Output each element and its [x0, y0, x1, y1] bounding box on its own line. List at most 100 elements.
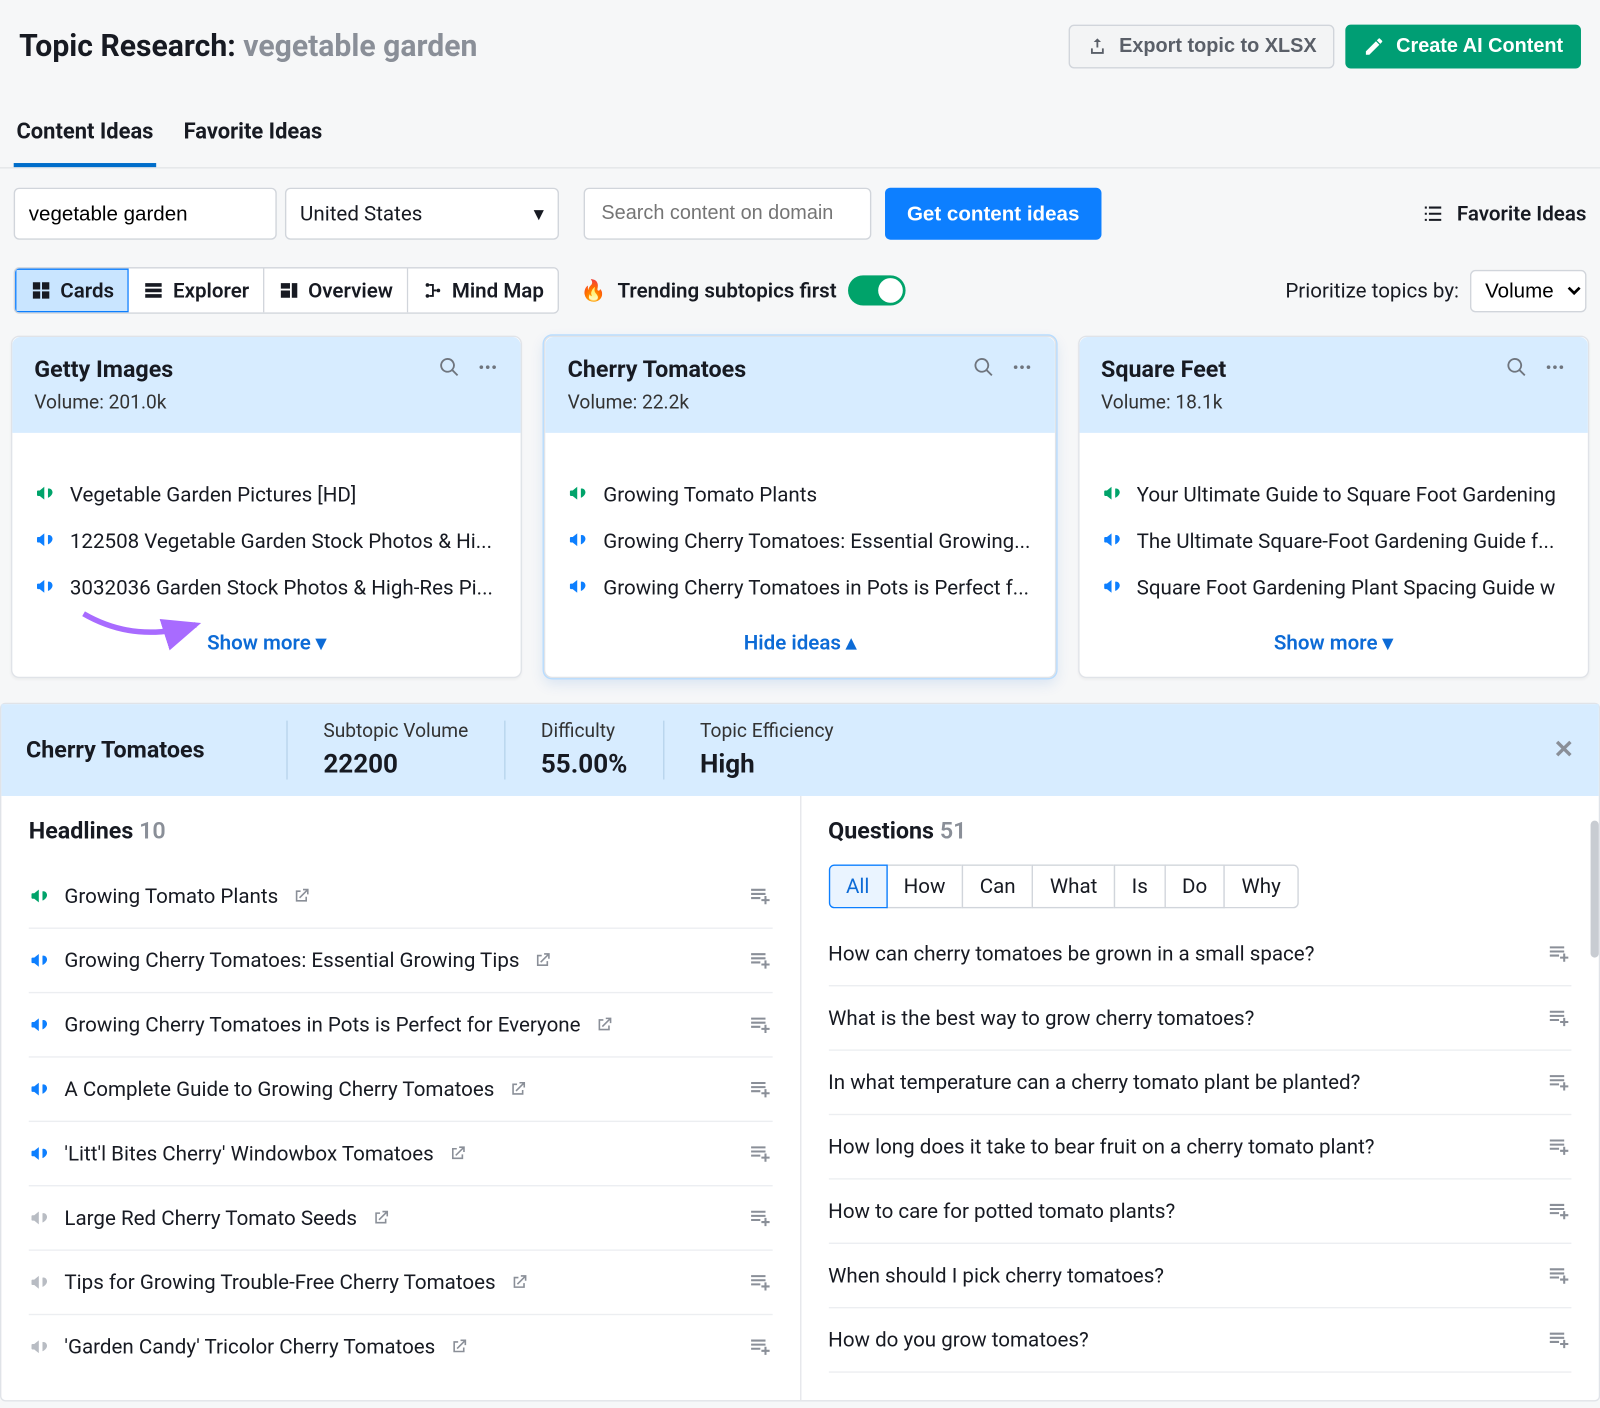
question-row[interactable]: How can cherry tomatoes be grown in a sm… [828, 922, 1571, 986]
topic-input[interactable] [29, 202, 302, 225]
external-link-icon[interactable] [533, 951, 552, 970]
view-mindmap[interactable]: Mind Map [408, 269, 558, 313]
add-to-list-icon[interactable] [1547, 1134, 1572, 1159]
more-icon[interactable] [1011, 356, 1033, 378]
flame-icon: 🔥 [581, 278, 607, 303]
close-detail-icon[interactable]: ✕ [1553, 736, 1574, 765]
chevron-icon: ▾ [316, 630, 326, 655]
idea-row[interactable]: Vegetable Garden Pictures [HD] [34, 482, 499, 507]
question-row[interactable]: How to care for potted tomato plants? [828, 1180, 1571, 1244]
tab-favorite-ideas[interactable]: Favorite Ideas [181, 104, 325, 167]
headline-row[interactable]: Growing Tomato Plants [29, 864, 772, 928]
external-link-icon[interactable] [594, 1015, 613, 1034]
search-icon[interactable] [972, 356, 994, 378]
search-icon[interactable] [1506, 356, 1528, 378]
idea-row[interactable]: 3032036 Garden Stock Photos & High-Res P… [34, 575, 499, 600]
card-toggle[interactable]: Show more ▾ [1079, 611, 1588, 677]
question-filter[interactable]: Is [1114, 864, 1166, 908]
card-toggle[interactable]: Show more ▾ [12, 611, 521, 677]
headline-row[interactable]: A Complete Guide to Growing Cherry Tomat… [29, 1058, 772, 1122]
more-icon[interactable] [477, 356, 499, 378]
add-to-list-icon[interactable] [747, 1206, 772, 1231]
headline-row[interactable]: Growing Cherry Tomatoes: Essential Growi… [29, 929, 772, 993]
question-row[interactable]: When should I pick cherry tomatoes? [828, 1244, 1571, 1308]
external-link-icon[interactable] [509, 1273, 528, 1292]
add-to-list-icon[interactable] [1547, 1070, 1572, 1095]
question-filter[interactable]: How [886, 864, 963, 908]
idea-row[interactable]: Growing Cherry Tomatoes: Essential Growi… [568, 529, 1033, 554]
question-filter[interactable]: All [828, 864, 887, 908]
get-content-ideas-button[interactable]: Get content ideas [885, 188, 1101, 240]
megaphone-icon [1101, 575, 1123, 597]
domain-input[interactable] [584, 188, 872, 240]
question-filter[interactable]: Can [962, 864, 1034, 908]
idea-row[interactable]: 122508 Vegetable Garden Stock Photos & H… [34, 529, 499, 554]
question-row[interactable]: What is the best way to grow cherry toma… [828, 986, 1571, 1050]
add-to-list-icon[interactable] [1547, 1263, 1572, 1288]
edit-icon [1363, 36, 1385, 58]
scrollbar[interactable] [1591, 821, 1599, 958]
trending-toggle[interactable] [848, 275, 906, 305]
add-to-list-icon[interactable] [747, 1270, 772, 1295]
favorite-ideas-link[interactable]: Favorite Ideas [1421, 201, 1586, 226]
export-icon [1086, 36, 1108, 58]
prioritize-select[interactable]: Volume [1470, 269, 1586, 311]
detail-title: Cherry Tomatoes [26, 736, 286, 763]
add-to-list-icon[interactable] [747, 1141, 772, 1166]
external-link-icon[interactable] [371, 1208, 390, 1227]
headline-text: A Complete Guide to Growing Cherry Tomat… [64, 1077, 494, 1102]
external-link-icon[interactable] [292, 886, 311, 905]
headline-row[interactable]: Growing Cherry Tomatoes in Pots is Perfe… [29, 993, 772, 1057]
idea-row[interactable]: Square Foot Gardening Plant Spacing Guid… [1101, 575, 1566, 600]
trending-label: Trending subtopics first [617, 278, 836, 303]
export-button[interactable]: Export topic to XLSX [1068, 25, 1334, 69]
more-icon[interactable] [1544, 356, 1566, 378]
idea-row[interactable]: The Ultimate Square-Foot Gardening Guide… [1101, 529, 1566, 554]
question-row[interactable]: How long does it take to bear fruit on a… [828, 1115, 1571, 1179]
idea-row[interactable]: Growing Tomato Plants [568, 482, 1033, 507]
view-overview[interactable]: Overview [264, 269, 408, 313]
question-filter[interactable]: Why [1224, 864, 1299, 908]
headline-row[interactable]: 'Garden Candy' Tricolor Cherry Tomatoes [29, 1315, 772, 1378]
idea-row[interactable]: Your Ultimate Guide to Square Foot Garde… [1101, 482, 1566, 507]
add-to-list-icon[interactable] [747, 948, 772, 973]
search-icon[interactable] [439, 356, 461, 378]
headline-text: 'Litt'l Bites Cherry' Windowbox Tomatoes [64, 1141, 433, 1166]
add-to-list-icon[interactable] [747, 1334, 772, 1359]
headline-row[interactable]: Large Red Cherry Tomato Seeds [29, 1186, 772, 1250]
card-toggle[interactable]: Hide ideas ▴ [546, 611, 1055, 677]
add-to-list-icon[interactable] [1547, 941, 1572, 966]
headline-row[interactable]: Tips for Growing Trouble-Free Cherry Tom… [29, 1251, 772, 1315]
external-link-icon[interactable] [508, 1080, 527, 1099]
question-filter[interactable]: What [1032, 864, 1115, 908]
metric-label: Difficulty [541, 721, 628, 743]
headline-text: Growing Cherry Tomatoes in Pots is Perfe… [64, 1012, 580, 1037]
card-volume: Volume: 18.1k [1101, 392, 1506, 414]
topic-card: Cherry TomatoesVolume: 22.2k Growing Tom… [544, 336, 1055, 679]
add-to-list-icon[interactable] [747, 1077, 772, 1102]
card-volume: Volume: 201.0k [34, 392, 439, 414]
idea-row[interactable]: Growing Cherry Tomatoes in Pots is Perfe… [568, 575, 1033, 600]
country-select[interactable]: United States ▾ [285, 188, 559, 240]
question-text: How do you grow tomatoes? [828, 1328, 1089, 1353]
create-ai-content-button[interactable]: Create AI Content [1345, 25, 1581, 69]
headline-text: Growing Cherry Tomatoes: Essential Growi… [64, 948, 519, 973]
view-explorer[interactable]: Explorer [129, 269, 264, 313]
question-filter[interactable]: Do [1164, 864, 1225, 908]
idea-text: Growing Cherry Tomatoes in Pots is Perfe… [603, 575, 1029, 600]
add-to-list-icon[interactable] [1547, 1006, 1572, 1031]
question-row[interactable]: In what temperature can a cherry tomato … [828, 1051, 1571, 1115]
external-link-icon[interactable] [447, 1144, 466, 1163]
add-to-list-icon[interactable] [1547, 1199, 1572, 1224]
megaphone-icon [568, 575, 590, 597]
idea-text: Your Ultimate Guide to Square Foot Garde… [1137, 482, 1556, 507]
external-link-icon[interactable] [449, 1337, 468, 1356]
idea-text: The Ultimate Square-Foot Gardening Guide… [1137, 529, 1555, 554]
headline-row[interactable]: 'Litt'l Bites Cherry' Windowbox Tomatoes [29, 1122, 772, 1186]
view-cards[interactable]: Cards [15, 269, 129, 313]
tab-content-ideas[interactable]: Content Ideas [14, 104, 156, 167]
add-to-list-icon[interactable] [747, 1012, 772, 1037]
add-to-list-icon[interactable] [747, 884, 772, 909]
add-to-list-icon[interactable] [1547, 1328, 1572, 1353]
question-row[interactable]: How do you grow tomatoes? [828, 1308, 1571, 1372]
